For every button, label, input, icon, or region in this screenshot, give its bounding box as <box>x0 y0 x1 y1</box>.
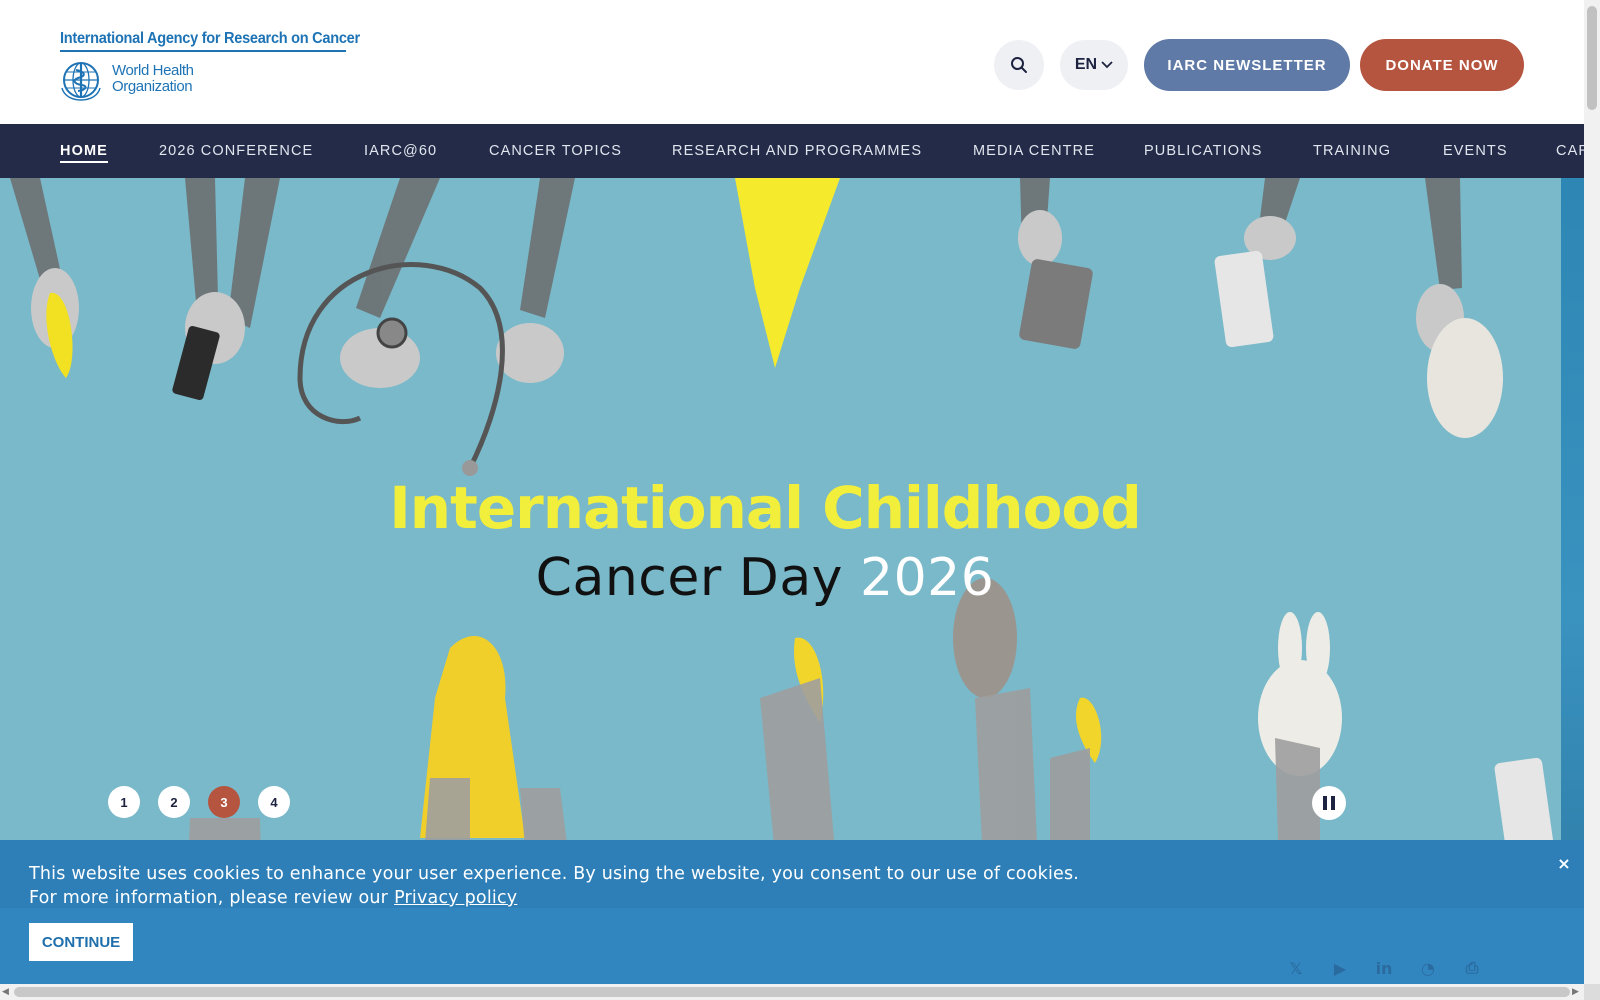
nav-item-home[interactable]: HOME <box>60 124 108 178</box>
carousel-dot-2[interactable]: 2 <box>158 786 190 818</box>
who-emblem-icon <box>61 62 101 101</box>
vertical-scroll-thumb[interactable] <box>1587 6 1597 110</box>
nav-item-media-centre[interactable]: MEDIA CENTRE <box>973 124 1095 178</box>
carousel-pause-button[interactable] <box>1312 786 1346 820</box>
logo-divider <box>60 50 346 52</box>
vertical-scrollbar[interactable] <box>1584 0 1600 984</box>
iarc-who-logo[interactable]: International Agency for Research on Can… <box>60 30 360 102</box>
agency-name: International Agency for Research on Can… <box>60 30 360 47</box>
chevron-down-icon <box>1101 61 1113 69</box>
nav-item-2026-conference[interactable]: 2026 CONFERENCE <box>159 124 313 178</box>
nav-item-publications[interactable]: PUBLICATIONS <box>1144 124 1262 178</box>
cookie-close-button[interactable]: × <box>1554 853 1574 873</box>
cookie-banner: This website uses cookies to enhance you… <box>0 840 1584 984</box>
page: International Agency for Research on Can… <box>0 0 1584 984</box>
nav-item-iarc60[interactable]: IARC@60 <box>364 124 437 178</box>
nav-item-cancer-topics[interactable]: CANCER TOPICS <box>489 124 622 178</box>
cookie-message: This website uses cookies to enhance you… <box>29 862 1079 910</box>
carousel-dot-3[interactable]: 3 <box>208 786 240 818</box>
youtube-icon[interactable]: ▶ <box>1330 958 1350 978</box>
carousel-dot-1[interactable]: 1 <box>108 786 140 818</box>
print-icon[interactable]: ⎙ <box>1462 958 1482 978</box>
hero-carousel[interactable]: International Childhood Cancer Day 2026 … <box>0 178 1561 908</box>
social-links: 𝕏 ▶ in ◔ ⎙ <box>1286 958 1482 978</box>
who-wordmark: World Health Organization <box>112 63 194 95</box>
hero-title-line-2: Cancer Day 2026 <box>0 548 1530 608</box>
rss-icon[interactable]: ◔ <box>1418 958 1438 978</box>
privacy-policy-link[interactable]: Privacy policy <box>394 888 517 908</box>
carousel-dot-4[interactable]: 4 <box>258 786 290 818</box>
cookie-line-1: This website uses cookies to enhance you… <box>29 864 1080 884</box>
who-line-2: Organization <box>112 78 193 95</box>
main-navigation: HOME 2026 CONFERENCE IARC@60 CANCER TOPI… <box>0 124 1584 178</box>
hero-title-line-1: International Childhood <box>389 474 1142 542</box>
nav-item-research-and-programmes[interactable]: RESEARCH AND PROGRAMMES <box>672 124 922 178</box>
linkedin-icon[interactable]: in <box>1374 958 1394 978</box>
hero-title-text: Cancer Day <box>535 548 843 608</box>
donate-button[interactable]: DONATE NOW <box>1360 39 1524 91</box>
hero-title-year: 2026 <box>860 548 995 608</box>
next-slide-peek <box>1561 178 1584 908</box>
site-header: International Agency for Research on Can… <box>0 0 1584 124</box>
search-button[interactable] <box>994 40 1044 90</box>
nav-item-events[interactable]: EVENTS <box>1443 124 1508 178</box>
who-line-1: World Health <box>112 62 194 79</box>
search-icon <box>1011 57 1027 73</box>
cookie-continue-button[interactable]: CONTINUE <box>29 923 133 961</box>
nav-item-careers[interactable]: CAREERS <box>1556 124 1584 178</box>
horizontal-scroll-thumb[interactable] <box>14 987 1570 997</box>
scroll-left-icon[interactable]: ◀ <box>2 987 9 997</box>
language-label: EN <box>1074 56 1098 73</box>
horizontal-scrollbar[interactable]: ◀ ▶ <box>0 984 1584 1000</box>
x-icon[interactable]: 𝕏 <box>1286 958 1306 978</box>
newsletter-button[interactable]: IARC NEWSLETTER <box>1144 39 1350 91</box>
scroll-right-icon[interactable]: ▶ <box>1572 987 1579 997</box>
cookie-line-2: For more information, please review our P… <box>29 886 1079 910</box>
cookie-line-2-text: For more information, please review our <box>29 888 389 908</box>
scrollbar-corner <box>1584 984 1600 1000</box>
language-selector[interactable]: EN <box>1060 40 1128 90</box>
pause-icon <box>1323 796 1335 810</box>
nav-item-training[interactable]: TRAINING <box>1313 124 1391 178</box>
